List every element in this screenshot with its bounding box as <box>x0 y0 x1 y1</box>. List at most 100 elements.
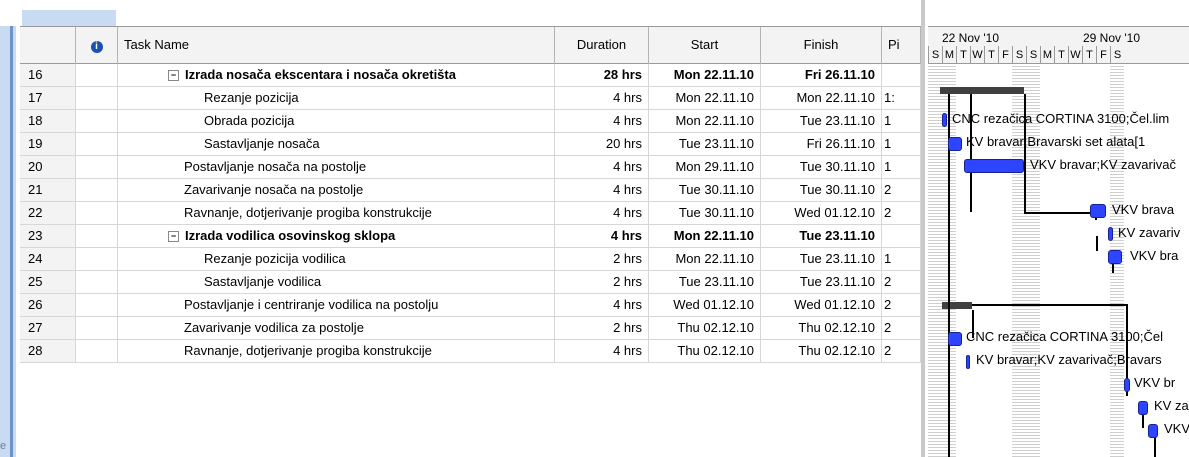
row-finish[interactable]: Thu 02.12.10 <box>761 340 882 362</box>
table-row[interactable]: 27 Zavarivanje vodilica za postolje 2 hrs T… <box>20 317 921 340</box>
row-predecessors[interactable]: 2 <box>882 202 921 224</box>
row-id[interactable]: 23 <box>20 225 76 247</box>
row-task-name-cell[interactable]: Rezanje pozicija vodilica <box>118 248 555 270</box>
row-predecessors[interactable]: 1 <box>882 248 921 270</box>
row-predecessors[interactable]: 1 <box>882 110 921 132</box>
task-bar-24[interactable] <box>948 332 962 346</box>
row-predecessors[interactable]: 1: <box>882 87 921 109</box>
row-start[interactable]: Tue 30.11.10 <box>649 179 761 201</box>
row-duration[interactable]: 4 hrs <box>555 110 649 132</box>
view-tab[interactable] <box>22 10 116 26</box>
row-task-name-cell[interactable]: Rezanje pozicija <box>118 87 555 109</box>
task-bar-20[interactable] <box>1090 204 1106 218</box>
row-finish[interactable]: Tue 30.11.10 <box>761 179 882 201</box>
header-finish[interactable]: Finish <box>761 27 882 65</box>
collapse-icon[interactable]: − <box>168 70 179 81</box>
row-task-name-cell[interactable]: Ravnanje, dotjerivanje progiba konstrukc… <box>118 340 555 362</box>
task-bar-18[interactable] <box>948 137 962 151</box>
row-start[interactable]: Mon 22.11.10 <box>649 248 761 270</box>
row-id[interactable]: 19 <box>20 133 76 155</box>
row-duration[interactable]: 4 hrs <box>555 340 649 362</box>
row-predecessors[interactable] <box>882 225 921 247</box>
row-task-name-cell[interactable]: Postavljanje i centriranje vodilica na p… <box>118 294 555 316</box>
row-start[interactable]: Mon 22.11.10 <box>649 87 761 109</box>
table-row[interactable]: 24 Rezanje pozicija vodilica 2 hrs Mon 22.1… <box>20 248 921 271</box>
row-predecessors[interactable]: 2 <box>882 317 921 339</box>
row-task-name-cell[interactable]: Obrada pozicija <box>118 110 555 132</box>
task-bar-28[interactable] <box>1148 424 1158 438</box>
table-row[interactable]: 21 Zavarivanje nosača na postolje 4 hrs Tue… <box>20 179 921 202</box>
row-duration[interactable]: 2 hrs <box>555 271 649 293</box>
row-finish[interactable]: Tue 23.11.10 <box>761 225 882 247</box>
row-task-name-cell[interactable]: Sastavljanje nosača <box>118 133 555 155</box>
task-bar-19[interactable] <box>964 159 1024 173</box>
row-task-name-cell[interactable]: Sastavljanje vodilica <box>118 271 555 293</box>
row-duration[interactable]: 4 hrs <box>555 179 649 201</box>
split-bar[interactable] <box>921 0 925 457</box>
row-id[interactable]: 25 <box>20 271 76 293</box>
row-duration[interactable]: 2 hrs <box>555 317 649 339</box>
table-row[interactable]: 19 Sastavljanje nosača 20 hrs Tue 23.11.10 F… <box>20 133 921 156</box>
row-predecessors[interactable]: 2 <box>882 294 921 316</box>
row-predecessors[interactable]: 2 <box>882 340 921 362</box>
task-bar-17[interactable] <box>942 113 947 127</box>
table-row[interactable]: 22 Ravnanje, dotjerivanje progiba konstru… <box>20 202 921 225</box>
row-start[interactable]: Tue 23.11.10 <box>649 133 761 155</box>
row-start[interactable]: Thu 02.12.10 <box>649 317 761 339</box>
row-id[interactable]: 20 <box>20 156 76 178</box>
task-bar-27[interactable] <box>1138 401 1148 415</box>
row-start[interactable]: Tue 23.11.10 <box>649 271 761 293</box>
row-start[interactable]: Mon 22.11.10 <box>649 64 761 86</box>
task-bar-26[interactable] <box>1124 378 1130 392</box>
row-id[interactable]: 28 <box>20 340 76 362</box>
task-bar-22[interactable] <box>1108 250 1122 264</box>
row-task-name-cell[interactable]: Zavarivanje nosača na postolje <box>118 179 555 201</box>
row-task-name-cell[interactable]: Zavarivanje vodilica za postolje <box>118 317 555 339</box>
row-finish[interactable]: Tue 23.11.10 <box>761 110 882 132</box>
row-task-name-cell[interactable]: − Izrada vodilica osovinskog sklopa <box>118 225 555 247</box>
row-duration[interactable]: 4 hrs <box>555 294 649 316</box>
row-predecessors[interactable]: 2 <box>882 179 921 201</box>
row-predecessors[interactable]: 1 <box>882 133 921 155</box>
table-row[interactable]: 20 Postavljanje nosača na postolje 4 hrs Mo… <box>20 156 921 179</box>
row-finish[interactable]: Tue 23.11.10 <box>761 271 882 293</box>
table-row[interactable]: 17 Rezanje pozicija 4 hrs Mon 22.11.10 Mon 2… <box>20 87 921 110</box>
header-duration[interactable]: Duration <box>555 27 649 65</box>
row-duration[interactable]: 4 hrs <box>555 156 649 178</box>
row-finish[interactable]: Wed 01.12.10 <box>761 202 882 224</box>
task-bar-25[interactable] <box>966 355 970 369</box>
row-id[interactable]: 27 <box>20 317 76 339</box>
row-duration[interactable]: 4 hrs <box>555 87 649 109</box>
row-start[interactable]: Mon 22.11.10 <box>649 110 761 132</box>
row-start[interactable]: Mon 29.11.10 <box>649 156 761 178</box>
header-task-name[interactable]: Task Name <box>118 27 555 65</box>
row-duration[interactable]: 4 hrs <box>555 202 649 224</box>
row-task-name-cell[interactable]: Ravnanje, dotjerivanje progiba konstrukc… <box>118 202 555 224</box>
row-id[interactable]: 21 <box>20 179 76 201</box>
header-predecessors[interactable]: Pi <box>882 27 921 65</box>
summary-bar-16[interactable] <box>940 87 1024 94</box>
table-row[interactable]: 25 Sastavljanje vodilica 2 hrs Tue 23.11.10… <box>20 271 921 294</box>
row-task-name-cell[interactable]: − Izrada nosača ekscentara i nosača okret… <box>118 64 555 86</box>
row-predecessors[interactable]: 2 <box>882 271 921 293</box>
row-finish[interactable]: Fri 26.11.10 <box>761 133 882 155</box>
table-row[interactable]: 28 Ravnanje, dotjerivanje progiba konstru… <box>20 340 921 363</box>
row-duration[interactable]: 2 hrs <box>555 248 649 270</box>
header-id[interactable] <box>20 27 76 65</box>
row-id[interactable]: 26 <box>20 294 76 316</box>
row-start[interactable]: Wed 01.12.10 <box>649 294 761 316</box>
table-row[interactable]: 16 − Izrada nosača ekscentara i nosača okr… <box>20 64 921 87</box>
row-finish[interactable]: Wed 01.12.10 <box>761 294 882 316</box>
summary-bar-23[interactable] <box>942 302 972 309</box>
row-finish[interactable]: Fri 26.11.10 <box>761 64 882 86</box>
row-finish[interactable]: Thu 02.12.10 <box>761 317 882 339</box>
row-id[interactable]: 24 <box>20 248 76 270</box>
task-bar-21[interactable] <box>1108 227 1113 241</box>
table-row[interactable]: 18 Obrada pozicija 4 hrs Mon 22.11.10 Tue 23… <box>20 110 921 133</box>
row-id[interactable]: 22 <box>20 202 76 224</box>
row-id[interactable]: 18 <box>20 110 76 132</box>
table-row[interactable]: 26 Postavljanje i centriranje vodilica na… <box>20 294 921 317</box>
row-start[interactable]: Mon 22.11.10 <box>649 225 761 247</box>
row-id[interactable]: 16 <box>20 64 76 86</box>
row-duration[interactable]: 4 hrs <box>555 225 649 247</box>
